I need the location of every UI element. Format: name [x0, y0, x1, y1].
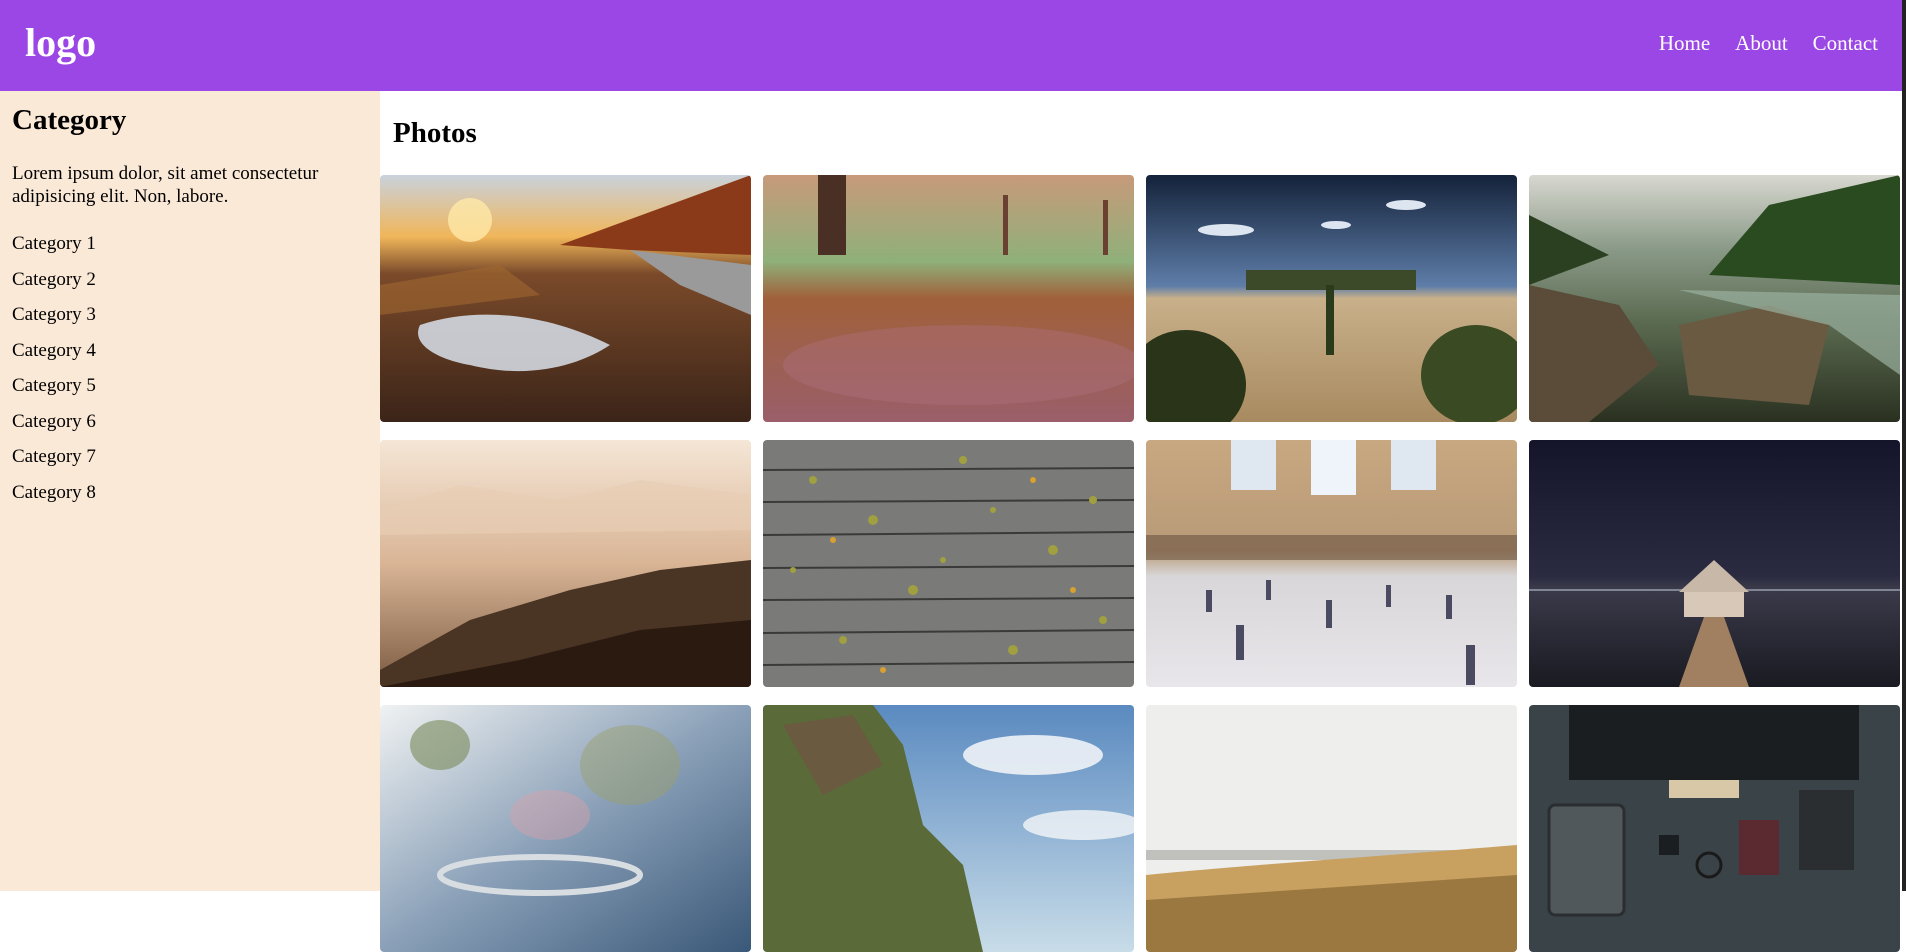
category-item[interactable]: Category 3 [12, 303, 96, 339]
photo-river-rocks-forest[interactable] [1529, 175, 1900, 422]
logo[interactable]: logo [25, 20, 96, 66]
sidebar-description: Lorem ipsum dolor, sit amet consectetur … [12, 163, 319, 207]
nav-about-link[interactable]: About [1735, 30, 1788, 56]
main-nav: Home About Contact [1659, 30, 1878, 56]
photos-section: Photos [380, 91, 1900, 952]
site-header: logo Home About Contact [0, 0, 1906, 91]
category-item[interactable]: Category 4 [12, 339, 96, 375]
photo-misty-mountains[interactable] [380, 440, 751, 687]
category-item[interactable]: Category 7 [12, 445, 96, 481]
category-item[interactable]: Category 8 [12, 481, 96, 517]
category-item[interactable]: Category 1 [12, 232, 96, 268]
photo-grand-central-crowd[interactable] [1146, 440, 1517, 687]
page-title: Photos [393, 117, 477, 149]
window-edge [1902, 0, 1906, 891]
category-item[interactable]: Category 2 [12, 268, 96, 304]
nav-home-link[interactable]: Home [1659, 30, 1710, 56]
nav-contact-link[interactable]: Contact [1813, 30, 1878, 56]
category-list: Category 1 Category 2 Category 3 Categor… [12, 232, 96, 516]
category-item[interactable]: Category 6 [12, 410, 96, 446]
photo-cliff-coast-sky[interactable] [763, 705, 1134, 952]
photo-tuscany-villa-cypress[interactable] [1146, 175, 1517, 422]
photo-road-puddle-sunset[interactable] [380, 175, 751, 422]
category-sidebar: Category Lorem ipsum dolor, sit amet con… [0, 91, 380, 891]
category-item[interactable]: Category 5 [12, 374, 96, 410]
photo-wooden-planks-leaves[interactable] [763, 440, 1134, 687]
sidebar-title: Category [12, 104, 127, 136]
photo-autumn-leaves-path[interactable] [763, 175, 1134, 422]
photo-desk-workspace-top[interactable] [1529, 705, 1900, 952]
photo-beach-grass-sea[interactable] [1146, 705, 1517, 952]
photo-steaming-cup-blur[interactable] [380, 705, 751, 952]
photo-boathouse-night[interactable] [1529, 440, 1900, 687]
photo-grid [380, 175, 1900, 952]
